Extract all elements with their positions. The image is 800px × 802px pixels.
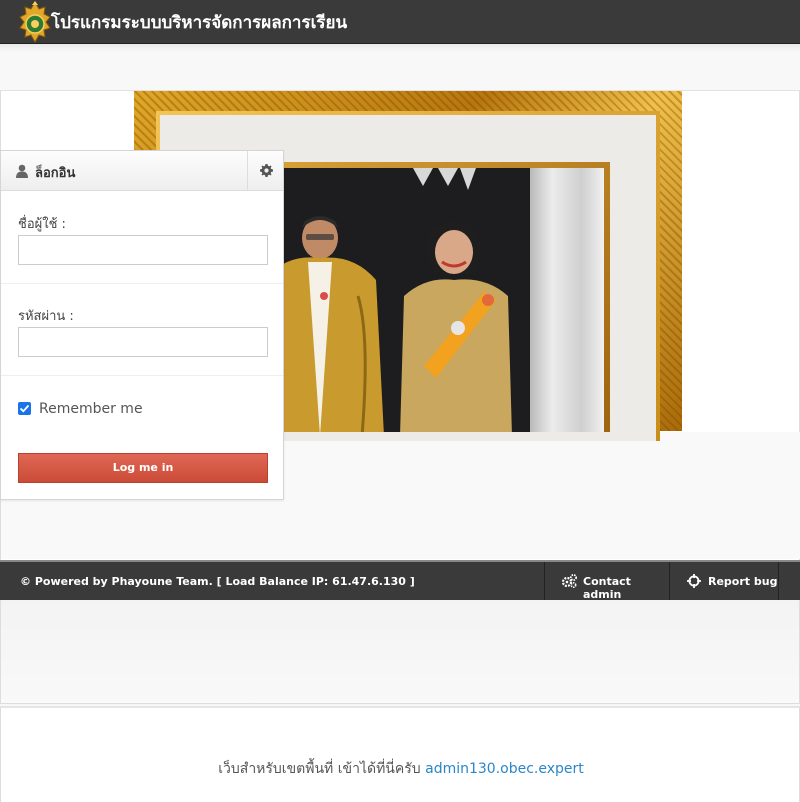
royal-portrait-photo [258,168,604,432]
queen-figure [400,222,512,432]
notice-text: เว็บสำหรับเขตพื้นที่ เข้าได้ที่นี่ครับ [218,761,421,777]
top-spacer [0,44,800,90]
top-navbar: โปรแกรมระบบบริหารจัดการผลการเรียน [0,0,800,44]
powered-by-text: © Powered by Phayoune Team. [ Load Balan… [20,575,415,588]
contact-admin-button[interactable]: Contact admin [544,562,669,601]
password-label: รหัสผ่าน : [18,309,74,324]
login-button[interactable]: Log me in [18,453,268,483]
report-bug-label: Report bug [708,575,778,588]
login-header: ล็อกอิน [1,151,283,191]
contact-admin-label: Contact admin [583,575,631,601]
username-label: ชื่อผู้ใช้ : [18,217,66,232]
district-admin-link[interactable]: admin130.obec.expert [425,761,584,777]
divider [1,283,283,284]
divider [1,375,283,376]
remember-checkbox[interactable] [18,402,31,415]
app-title[interactable]: โปรแกรมระบบบริหารจัดการผลการเรียน [51,9,347,36]
footer-bar: © Powered by Phayoune Team. [ Load Balan… [0,560,800,601]
user-icon [16,164,28,178]
notice-box: เว็บสำหรับเขตพื้นที่ เข้าได้ที่นี่ครับ a… [0,706,800,802]
remember-label[interactable]: Remember me [39,401,143,417]
cogs-icon [562,574,577,588]
check-icon [19,404,30,413]
gear-icon [260,164,273,177]
footer-spacer [0,600,800,704]
notice-line: เว็บสำหรับเขตพื้นที่ เข้าได้ที่นี่ครับ a… [1,758,800,780]
settings-button[interactable] [247,151,283,191]
school-emblem-icon[interactable] [19,1,51,43]
crosshairs-icon [687,574,701,588]
report-bug-button[interactable]: Report bug [669,562,779,600]
login-panel: ล็อกอิน ชื่อผู้ใช้ : รหัสผ่าน : Remember… [0,150,284,500]
username-input[interactable] [18,235,268,265]
login-title: ล็อกอิน [35,166,76,181]
password-input[interactable] [18,327,268,357]
